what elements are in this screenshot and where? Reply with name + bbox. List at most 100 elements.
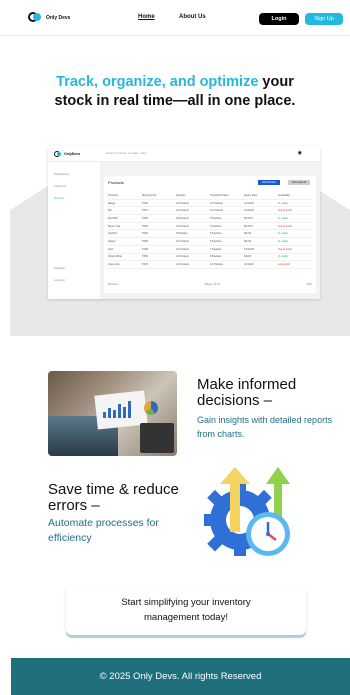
table-cell: Coca cola <box>108 263 120 267</box>
table-cell: 43 Packets <box>176 201 189 205</box>
table-cell: ₹359 <box>142 255 148 259</box>
hero-title-accent: Track, organize, and optimize <box>56 74 259 90</box>
table-cell: 36 Packets <box>176 216 189 220</box>
feature-automation-title: Save time & reduce errors – <box>48 481 179 514</box>
table-cell: Red Bull <box>108 216 118 220</box>
bar-chart-image <box>103 401 131 418</box>
table-cell: 10 Packets <box>176 239 189 243</box>
table-row: Bru ₹257 22 Packets 12 Packets 21/12/22 Out o… <box>108 207 312 216</box>
products-table: Products Buying Price Quantity Threshold Va… <box>108 192 312 269</box>
prev-page-button: Previous <box>108 283 119 286</box>
table-cell: 8/12/22 <box>244 224 253 228</box>
table-cell: ₹430 <box>142 201 148 205</box>
table-cell: 5/12/22 <box>244 216 253 220</box>
table-cell: Buying Price <box>142 193 157 197</box>
logo-mark-icon <box>28 12 42 24</box>
table-cell: 21/12/22 <box>244 209 255 213</box>
sidebar-item-settings: Settings <box>54 266 65 270</box>
calculator-image <box>140 423 174 453</box>
table-row: Bourn Vita ₹502 14 Packets 6 Packets 8/12/22… <box>108 223 312 231</box>
site-footer: © 2025 Only Devs. All rights Reserved <box>11 658 350 695</box>
dashboard-logo: OnlyDevs <box>54 151 80 157</box>
products-card-title: Products <box>108 180 124 185</box>
table-cell: 22 Packets <box>176 209 189 213</box>
table-cell: 23 Packets <box>176 247 189 251</box>
site-header: Only Devs Home About Us Login Sign Up <box>0 0 350 36</box>
sidebar-item-dashboard: Dashboard <box>54 172 69 176</box>
hero-title-rest-2: stock in real time—all in one place. <box>54 93 296 109</box>
table-cell: 6 Packets <box>210 224 222 228</box>
table-cell: ₹530 <box>142 232 148 236</box>
table-cell: Availability <box>278 193 291 197</box>
table-cell: 11/12/22 <box>244 201 254 205</box>
table-cell: In- stock <box>278 232 288 236</box>
table-cell: Bourn Vita <box>108 224 121 228</box>
hero-section: Track, organize, and optimize your stock… <box>0 36 350 336</box>
dashboard-search-input: Search product, supplier, order <box>106 151 148 155</box>
products-card: Products Add Product Download all Produc… <box>104 176 316 293</box>
table-cell: 5 Packets <box>210 232 222 236</box>
page-indicator: Page 1 of 10 <box>205 283 220 286</box>
add-product-button: Add Product <box>258 180 280 185</box>
login-button[interactable]: Login <box>259 13 299 25</box>
table-cell: 9/1/23 <box>244 239 252 243</box>
table-cell: ₹405 <box>142 216 148 220</box>
dashboard-logo-icon <box>54 151 62 157</box>
dashboard-sidebar: Dashboard Inventory Reports Settings Log… <box>48 162 100 299</box>
table-row: Red Bull ₹405 36 Packets 9 Packets 5/12/22 In… <box>108 215 312 223</box>
table-cell: Expiry Date <box>244 193 258 197</box>
hero-title: Track, organize, and optimize your stock… <box>20 73 330 111</box>
table-row: Maggi ₹430 43 Packets 12 Packets 11/12/22 In-… <box>108 200 312 208</box>
footer-copyright: © 2025 Only Devs. All rights Reserved <box>99 671 262 682</box>
brand-name: Only Devs <box>46 15 71 21</box>
table-cell: 5 Packets <box>210 239 222 243</box>
next-page-button: Next <box>306 283 312 286</box>
table-cell: Out of stock <box>278 224 292 228</box>
table-cell: 14 Packets <box>176 224 189 228</box>
table-cell: Maggi <box>108 201 116 205</box>
cta-text: Start simplifying your inventory managem… <box>121 597 251 623</box>
nav-about-link[interactable]: About Us <box>179 14 206 20</box>
table-row: Ariel ₹408 23 Packets 7 Packets 15/12/23 Out … <box>108 246 312 254</box>
table-cell: ₹257 <box>142 209 148 213</box>
table-cell: 9 Packets <box>210 216 222 220</box>
table-cell: In- stock <box>278 239 288 243</box>
nav-home-link[interactable]: Home <box>138 14 155 20</box>
table-cell: 11/11/22 <box>244 263 254 267</box>
feature-insights-title: Make informed decisions – <box>197 376 297 409</box>
table-cell: Bru <box>108 209 113 213</box>
sidebar-item-logout: Log Out <box>54 278 65 282</box>
signup-button[interactable]: Sign Up <box>305 13 343 25</box>
table-row: Coca cola ₹205 41 Packets 10 Packets 11/11/2… <box>108 261 312 269</box>
table-cell: In- stock <box>278 201 288 205</box>
table-cell: ₹605 <box>142 239 148 243</box>
clock-icon <box>246 512 290 556</box>
table-cell: ₹205 <box>142 263 148 267</box>
table-cell: 15/12/23 <box>244 247 255 251</box>
table-cell: Out of stock <box>278 247 292 251</box>
table-cell: 10 Packets <box>210 263 223 267</box>
table-cell: 43 Packets <box>176 255 189 259</box>
brand-logo[interactable]: Only Devs <box>28 12 70 24</box>
table-cell: Products <box>108 193 119 197</box>
table-cell: Horlicks <box>108 232 118 236</box>
dashboard-preview: OnlyDevs Search product, supplier, order… <box>48 146 320 299</box>
table-row: Harpic ₹605 10 Packets 5 Packets 9/1/23 In- s… <box>108 238 312 246</box>
table-header-row: Products Buying Price Quantity Threshold Va… <box>108 192 312 200</box>
table-cell: 8 Packets <box>210 255 222 259</box>
download-all-button: Download all <box>288 180 310 185</box>
sidebar-item-inventory: Inventory <box>54 184 67 188</box>
gear-clock-arrows-icon <box>204 467 290 556</box>
table-cell: ₹408 <box>142 247 148 251</box>
table-cell: 12 Packets <box>210 209 223 213</box>
dashboard-brand: OnlyDevs <box>64 152 81 156</box>
table-cell: In- stock <box>278 216 288 220</box>
table-cell: In- stock <box>278 255 288 259</box>
hero-title-rest-1: your <box>258 74 294 90</box>
dashboard-main: Products Add Product Download all Produc… <box>100 162 320 299</box>
table-cell: Ariel <box>108 247 114 251</box>
cta-card[interactable]: Start simplifying your inventory managem… <box>66 585 306 635</box>
table-cell: 6/6/23 <box>244 255 252 259</box>
table-cell: 5 Packets <box>176 232 188 236</box>
table-cell: 12 Packets <box>210 201 223 205</box>
